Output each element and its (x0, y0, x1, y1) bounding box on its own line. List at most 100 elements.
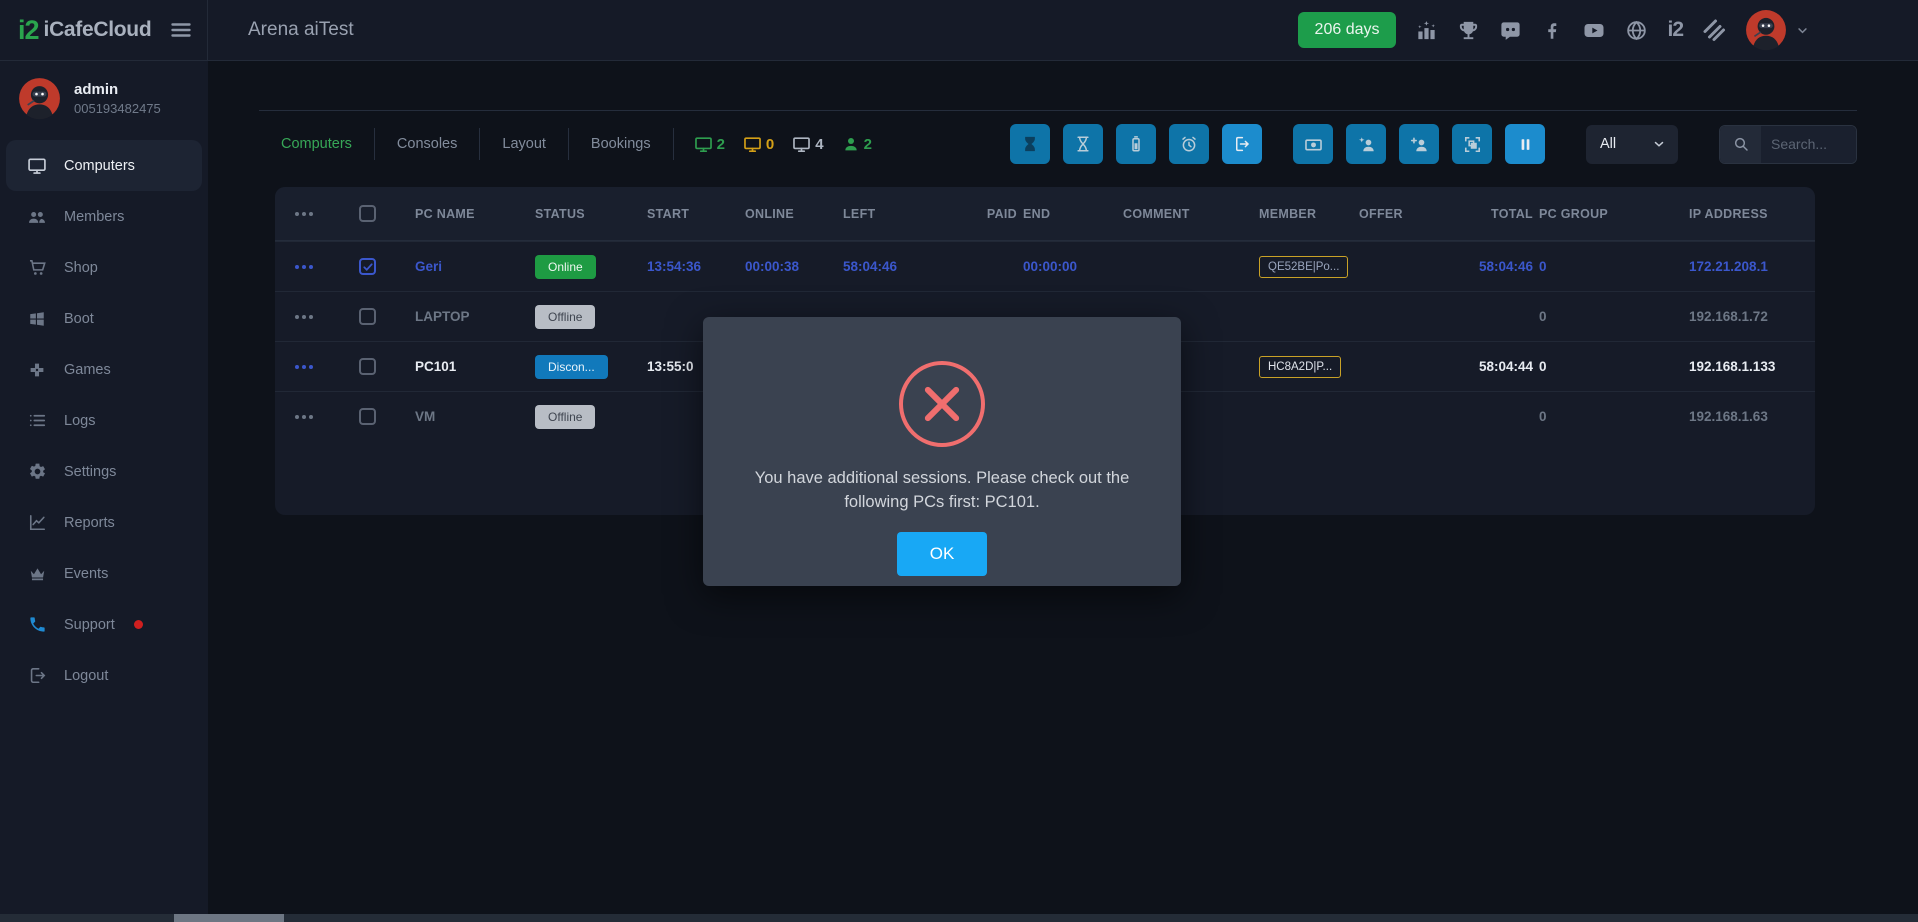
sidebar-item-reports[interactable]: Reports (0, 497, 208, 548)
globe-icon[interactable] (1625, 19, 1648, 42)
trophy-icon[interactable] (1457, 19, 1480, 42)
sidebar-item-shop[interactable]: Shop (0, 242, 208, 293)
error-icon (899, 361, 985, 447)
horizontal-scrollbar[interactable] (0, 914, 1918, 922)
gamepad-icon (27, 361, 47, 379)
sidebar-item-logs[interactable]: Logs (0, 395, 208, 446)
chart-icon (27, 513, 47, 532)
pc-name-link[interactable]: LAPTOP (415, 309, 535, 324)
user-menu[interactable] (1745, 9, 1810, 51)
status-badge: Offline (535, 305, 595, 329)
table-header-row: PC NAME STATUS START ONLINE LEFT PAID EN… (275, 187, 1815, 241)
row-checkbox[interactable] (359, 408, 376, 425)
page-title: Arena aiTest (248, 19, 354, 41)
youtube-icon[interactable] (1582, 18, 1606, 42)
members-online-counter: 2 (842, 135, 872, 153)
hourglass-button[interactable] (1063, 124, 1103, 164)
row-actions-menu-icon[interactable] (295, 212, 359, 216)
pc-name-link[interactable]: VM (415, 409, 535, 424)
sidebar-item-support[interactable]: Support (0, 599, 208, 650)
pc-name-link[interactable]: Geri (415, 259, 535, 274)
checkout-button[interactable] (1222, 124, 1262, 164)
chevron-down-icon (1652, 137, 1666, 151)
user-name: admin (74, 81, 161, 98)
gear-icon (27, 462, 47, 481)
sidebar-item-boot[interactable]: Boot (0, 293, 208, 344)
table-row: Geri Online 13:54:36 00:00:38 58:04:46 0… (275, 241, 1815, 291)
list-icon (27, 411, 47, 430)
user-account-id: 005193482475 (74, 101, 161, 116)
icafecloud-i2-icon[interactable]: i2 (1667, 18, 1683, 42)
monitor-icon (27, 156, 47, 176)
tab-layout[interactable]: Layout (480, 128, 569, 160)
tab-consoles[interactable]: Consoles (375, 128, 480, 160)
hourglass-filled-button[interactable] (1010, 124, 1050, 164)
layers-icon[interactable] (1702, 18, 1726, 42)
row-checkbox[interactable] (359, 358, 376, 375)
brand-name: iCafeCloud (44, 18, 152, 42)
search-input[interactable] (1761, 126, 1856, 163)
pc-actions-toolbar: All (1010, 124, 1857, 164)
brand: i2 iCafeCloud (0, 0, 208, 60)
leaderboard-icon[interactable] (1415, 19, 1438, 42)
add-member-star-button[interactable] (1346, 124, 1386, 164)
battery-button[interactable] (1116, 124, 1156, 164)
scrollbar-thumb[interactable] (174, 914, 284, 922)
additional-sessions-dialog: You have additional sessions. Please che… (703, 317, 1181, 586)
member-badge[interactable]: HC8A2D|P... (1259, 356, 1341, 378)
row-checkbox[interactable] (359, 258, 376, 275)
license-days-button[interactable]: 206 days (1298, 12, 1397, 48)
cart-icon (27, 258, 47, 277)
phone-icon (27, 615, 47, 634)
status-counters: 2 0 4 2 (694, 135, 872, 154)
status-badge: Offline (535, 405, 595, 429)
select-all-checkbox[interactable] (359, 205, 376, 222)
tab-computers[interactable]: Computers (259, 128, 375, 160)
sidebar-item-games[interactable]: Games (0, 344, 208, 395)
discord-icon[interactable] (1499, 19, 1522, 42)
icafecloud-logo-icon: i2 (18, 15, 39, 46)
ok-button[interactable]: OK (897, 532, 987, 576)
sidebar-item-members[interactable]: Members (0, 191, 208, 242)
search-icon (1720, 126, 1761, 163)
user-avatar (1745, 9, 1787, 51)
members-icon (27, 207, 47, 227)
pcs-total-counter: 4 (792, 135, 823, 154)
facebook-icon[interactable] (1541, 19, 1563, 41)
top-header: i2 iCafeCloud Arena aiTest 206 days i2 (0, 0, 1918, 61)
row-checkbox[interactable] (359, 308, 376, 325)
sidebar-item-settings[interactable]: Settings (0, 446, 208, 497)
pcs-busy-counter: 0 (743, 135, 774, 154)
row-actions-menu-icon[interactable] (295, 315, 359, 319)
pc-name-link[interactable]: PC101 (415, 359, 535, 374)
row-actions-menu-icon[interactable] (295, 415, 359, 419)
row-actions-menu-icon[interactable] (295, 265, 359, 269)
row-actions-menu-icon[interactable] (295, 365, 359, 369)
member-badge[interactable]: QE52BE|Po... (1259, 256, 1348, 278)
sidebar-user-block: admin 005193482475 (0, 61, 208, 134)
logout-icon (27, 666, 47, 685)
pause-button[interactable] (1505, 124, 1545, 164)
support-notification-dot (134, 620, 143, 629)
status-badge: Discon... (535, 355, 608, 379)
sidebar-item-events[interactable]: Events (0, 548, 208, 599)
hamburger-menu-icon[interactable] (169, 18, 193, 42)
admin-avatar (18, 77, 61, 120)
dialog-message: You have additional sessions. Please che… (722, 466, 1162, 515)
pcs-online-counter: 2 (694, 135, 725, 154)
pc-group-filter-select[interactable]: All (1586, 125, 1678, 164)
status-badge: Online (535, 255, 596, 279)
windows-icon (27, 310, 47, 328)
cash-payment-button[interactable] (1293, 124, 1333, 164)
alarm-clock-button[interactable] (1169, 124, 1209, 164)
chevron-down-icon (1795, 23, 1810, 38)
sidebar-item-computers[interactable]: Computers (6, 140, 202, 191)
view-tabs: Computers Consoles Layout Bookings (259, 128, 674, 160)
sidebar-item-logout[interactable]: Logout (0, 650, 208, 701)
add-member-button[interactable] (1399, 124, 1439, 164)
sidebar: admin 005193482475 Computers Members Sho… (0, 61, 208, 922)
tab-bookings[interactable]: Bookings (569, 128, 674, 160)
search-box (1719, 125, 1857, 164)
switch-pc-button[interactable] (1452, 124, 1492, 164)
crown-icon (27, 564, 47, 583)
